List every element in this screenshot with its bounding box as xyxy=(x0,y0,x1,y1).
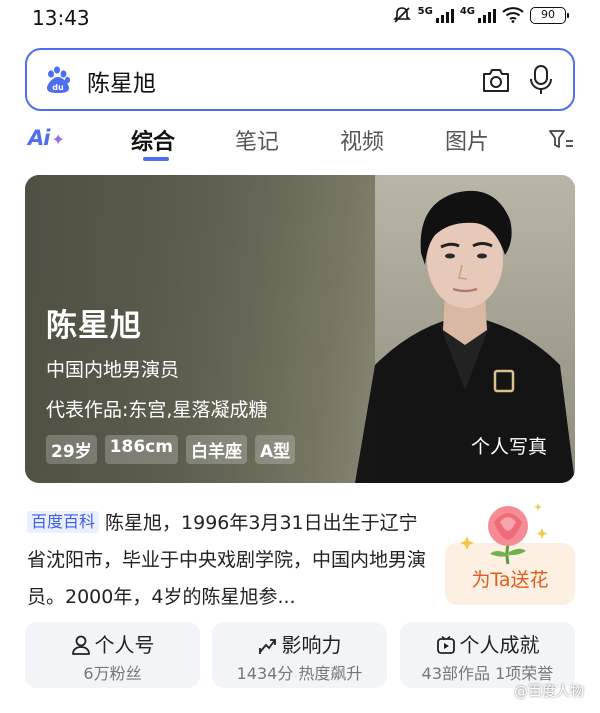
battery-indicator: 90 xyxy=(530,6,569,24)
sparkle-icon: ✦ xyxy=(51,130,64,149)
search-bar[interactable]: du 陈星旭 xyxy=(25,48,575,111)
chip-age: 29岁 xyxy=(46,435,97,464)
baidu-paw-icon: du xyxy=(47,66,71,93)
tab-images[interactable]: 图片 xyxy=(445,124,489,156)
celebrity-name: 陈星旭 xyxy=(46,308,142,344)
network-5g-label: 5G xyxy=(417,6,433,17)
achievements-title: 个人成就 xyxy=(459,633,540,657)
ai-tab[interactable]: Ai ✦ xyxy=(28,126,65,150)
personal-account-sub: 6万粉丝 xyxy=(83,664,142,683)
chip-blood-type: A型 xyxy=(254,435,296,464)
wifi-icon xyxy=(502,7,524,23)
svg-text:du: du xyxy=(52,83,64,92)
trend-icon xyxy=(258,639,276,654)
signal-4g-icon xyxy=(478,7,496,23)
rose-icon xyxy=(460,503,548,565)
status-icons: 5G 4G 90 xyxy=(392,6,569,24)
celebrity-role: 中国内地男演员 xyxy=(46,359,180,381)
play-badge-icon xyxy=(436,635,455,654)
network-4g-label: 4G xyxy=(459,6,475,17)
send-flower-label: 为Ta送花 xyxy=(471,569,549,591)
status-time: 13:43 xyxy=(32,6,90,30)
tab-bar: Ai ✦ 综合 笔记 视频 图片 xyxy=(0,118,600,162)
person-icon xyxy=(71,635,90,655)
profile-hero-card[interactable]: 陈星旭 中国内地男演员 代表作品:东宫,星落凝成糖 29岁 186cm 白羊座 … xyxy=(25,175,575,483)
personal-account-title: 个人号 xyxy=(94,633,155,657)
mute-icon xyxy=(392,7,411,23)
personal-photos-link[interactable]: 个人写真 xyxy=(471,432,547,459)
influence-sub: 1434分 热度飙升 xyxy=(236,664,363,683)
tab-comprehensive[interactable]: 综合 xyxy=(131,124,175,156)
chip-zodiac: 白羊座 xyxy=(185,435,247,464)
camera-icon[interactable] xyxy=(481,66,511,94)
search-input[interactable]: 陈星旭 xyxy=(87,64,156,98)
representative-works: 代表作品:东宫,星落凝成糖 xyxy=(46,399,268,421)
signal-5g-icon xyxy=(435,7,454,23)
tab-videos[interactable]: 视频 xyxy=(340,124,384,156)
personal-account-card[interactable]: 个人号 6万粉丝 xyxy=(25,622,200,688)
active-tab-indicator xyxy=(143,157,169,161)
baike-tag: 百度百科 xyxy=(27,511,100,533)
encyclopedia-intro[interactable]: 百度百科 陈星旭，1996年3月31日出生于辽宁省沈阳市，毕业于中央戏剧学院，中国… xyxy=(27,505,427,616)
filter-icon[interactable] xyxy=(548,128,574,152)
status-bar: 13:43 5G 4G 90 xyxy=(0,0,600,36)
watermark: @百度人物 xyxy=(514,684,584,700)
achievements-card[interactable]: 个人成就 43部作品 1项荣誉 xyxy=(400,622,575,688)
profile-chips: 29岁 186cm 白羊座 A型 xyxy=(46,435,296,464)
microphone-icon[interactable] xyxy=(529,64,553,96)
influence-card[interactable]: 影响力 1434分 热度飙升 xyxy=(212,622,387,688)
influence-title: 影响力 xyxy=(281,633,342,657)
chip-height: 186cm xyxy=(104,435,178,464)
tab-notes[interactable]: 笔记 xyxy=(235,124,279,156)
